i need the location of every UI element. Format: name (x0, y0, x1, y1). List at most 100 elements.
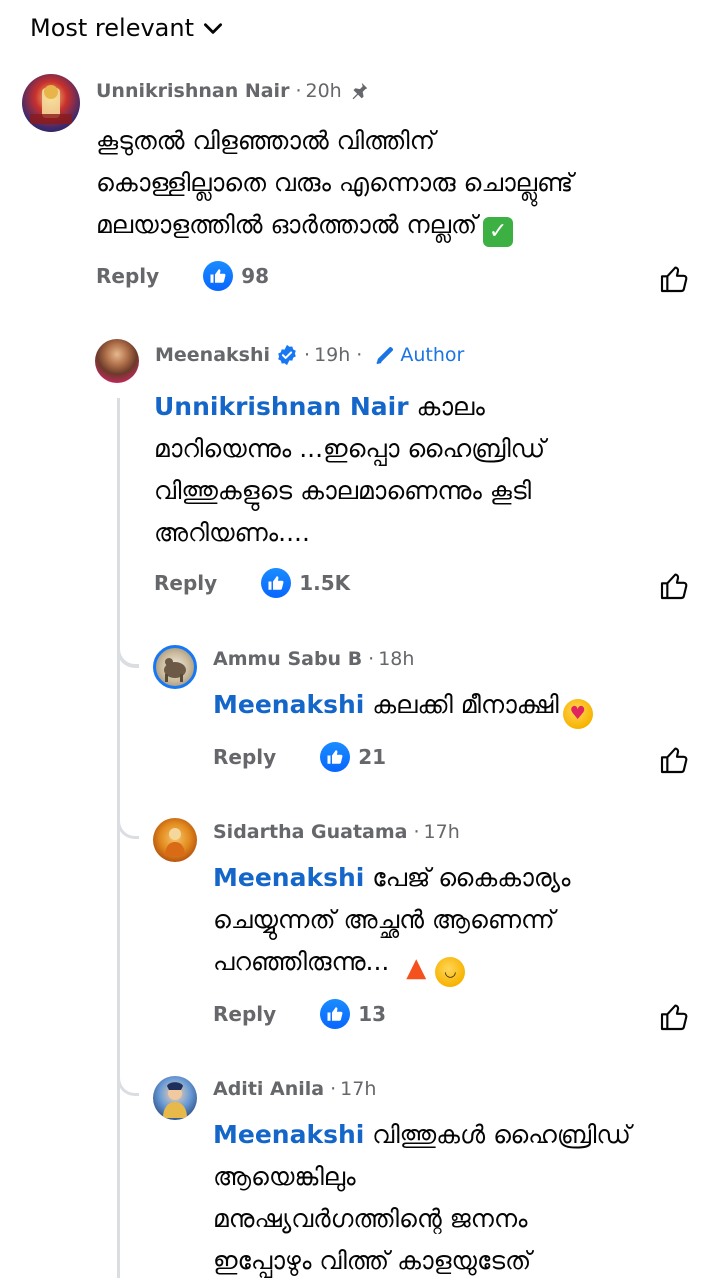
mention-link[interactable]: Unnikrishnan Nair (154, 392, 409, 421)
reply-button[interactable]: Reply (213, 745, 276, 769)
comment-line: മാറിയെന്നും ...ഇപ്പൊ ഹൈബ്രിഡ് (154, 434, 546, 463)
separator-dot: · (368, 648, 375, 670)
like-reaction-icon (203, 261, 234, 291)
comment-body: Unnikrishnan Nair കാലം മാറിയെന്നും ...ഇപ… (154, 386, 545, 554)
comment-line-text: കലക്കി മീനാക്ഷി (372, 690, 559, 719)
separator-dot: · (330, 1078, 337, 1100)
avatar-image (165, 828, 185, 856)
mention-link[interactable]: Meenakshi (213, 863, 364, 892)
comment-line-text: കാലം (416, 392, 485, 421)
smiling-face-with-hearts-emoji: ♥ (562, 699, 593, 729)
comment-line: ഇപ്പോഴും വിത്ത് കാളയുടേത് (213, 1246, 532, 1275)
laughing-tears-emoji: ◡ (435, 957, 466, 987)
avatar[interactable] (153, 645, 197, 689)
comment-actions: Reply 13 (213, 999, 386, 1029)
comments-page: Most relevant Unnikrishnan Nair · 20h കൂ… (0, 0, 718, 1280)
thread-line (117, 398, 120, 1278)
separator-dot: · (295, 80, 302, 102)
timestamp[interactable]: 20h (306, 80, 342, 102)
avatar-image (163, 1082, 187, 1118)
avatar[interactable] (153, 818, 197, 862)
like-icon[interactable] (658, 1001, 690, 1033)
comment-meta: Ammu Sabu B · 18h (213, 648, 414, 670)
reply-button[interactable]: Reply (154, 571, 217, 595)
timestamp[interactable]: 18h (378, 648, 414, 670)
comment-line: Meenakshi പേജ് കൈകാര്യം (213, 857, 571, 899)
author-name[interactable]: Aditi Anila (213, 1078, 324, 1100)
timestamp[interactable]: 17h (340, 1078, 376, 1100)
avatar[interactable] (95, 339, 139, 383)
comment-meta: Meenakshi · 19h · Author (155, 344, 464, 366)
like-reaction-icon (320, 742, 351, 772)
comment-body: Meenakshi വിത്തുകൾ ഹൈബ്രിഡ് ആയെങ്കിലും മ… (213, 1114, 631, 1280)
author-name[interactable]: Unnikrishnan Nair (96, 80, 289, 102)
author-name[interactable]: Sidartha Guatama (213, 821, 408, 843)
comment-line-text: വിത്തുകൾ ഹൈബ്രിഡ് (372, 1120, 631, 1149)
comment-line: ചെയ്യുന്നത് അച്ഛൻ ആണെന്ന് (213, 905, 555, 934)
thread-elbow (117, 797, 139, 839)
like-icon[interactable] (658, 570, 690, 602)
avatar[interactable] (22, 74, 80, 132)
reaction-count-value: 98 (241, 264, 270, 288)
avatar-image (164, 658, 186, 682)
fire-emoji: ▲ (406, 953, 427, 983)
timestamp[interactable]: 17h (424, 821, 460, 843)
comment-actions: Reply 1.5K (154, 568, 350, 598)
pin-icon (352, 82, 367, 100)
like-icon[interactable] (658, 744, 690, 776)
comment-line: കൊള്ളില്ലാതെ വരും എന്നൊരു ചൊല്ലുണ്ട് (96, 168, 574, 197)
comment-meta: Aditi Anila · 17h (213, 1078, 376, 1100)
comment-meta: Sidartha Guatama · 17h (213, 821, 460, 843)
reaction-count[interactable]: 1.5K (261, 568, 350, 598)
comment-line: Unnikrishnan Nair കാലം (154, 386, 545, 428)
check-mark-emoji: ✓ (483, 217, 514, 247)
comment-line-text: പറഞ്ഞിരുന്നു... (213, 947, 390, 976)
thread-elbow (117, 1054, 139, 1096)
sort-label: Most relevant (30, 14, 195, 42)
comment-line: മലയാളത്തിൽ ഓർത്താൽ നല്ലത് ✓ (96, 204, 573, 247)
mention-link[interactable]: Meenakshi (213, 690, 364, 719)
comment-line: ആയെങ്കിലും (213, 1162, 356, 1191)
sort-dropdown[interactable]: Most relevant (30, 14, 226, 42)
comment-actions: Reply 21 (213, 742, 386, 772)
separator-dot: · (413, 821, 420, 843)
avatar-image (30, 85, 72, 124)
reaction-count[interactable]: 13 (320, 999, 386, 1029)
reaction-count[interactable]: 98 (203, 261, 269, 291)
comment-line: മനുഷ്യവർഗത്തിന്റെ ജനനം (213, 1204, 528, 1233)
comment-body: Meenakshi കലക്കി മീനാക്ഷി ♥ (213, 684, 593, 729)
comment-line-text: മലയാളത്തിൽ ഓർത്താൽ നല്ലത് (96, 210, 478, 239)
reply-button[interactable]: Reply (96, 264, 159, 288)
verified-badge-icon (278, 344, 296, 366)
comment-line: അറിയണം.... (154, 518, 310, 547)
like-reaction-icon (261, 568, 292, 598)
comment-line-text: പേജ് കൈകാര്യം (372, 863, 571, 892)
reaction-count-value: 21 (358, 745, 387, 769)
comment-meta: Unnikrishnan Nair · 20h (96, 80, 370, 102)
author-badge: Author (374, 344, 464, 366)
chevron-down-icon (204, 23, 223, 34)
reaction-count[interactable]: 21 (320, 742, 386, 772)
comment-line: വിത്തുകളുടെ കാലമാണെന്നും കൂടി (154, 476, 532, 505)
author-badge-label: Author (400, 344, 465, 366)
comment-actions: Reply 98 (96, 261, 269, 291)
author-name[interactable]: Meenakshi (155, 344, 270, 366)
reply-button[interactable]: Reply (213, 1002, 276, 1026)
like-icon[interactable] (658, 263, 690, 295)
comment-line: Meenakshi വിത്തുകൾ ഹൈബ്രിഡ് (213, 1114, 631, 1156)
separator-dot: · (356, 344, 363, 366)
comment-body: കൂടുതൽ വിളഞ്ഞാൽ വിത്തിന് കൊള്ളില്ലാതെ വര… (96, 120, 573, 247)
comment-line: കൂടുതൽ വിളഞ്ഞാൽ വിത്തിന് (96, 126, 436, 155)
comment-body: Meenakshi പേജ് കൈകാര്യം ചെയ്യുന്നത് അച്ഛ… (213, 857, 571, 987)
timestamp[interactable]: 19h (314, 344, 350, 366)
mention-link[interactable]: Meenakshi (213, 1120, 364, 1149)
avatar[interactable] (153, 1076, 197, 1120)
comment-line: Meenakshi കലക്കി മീനാക്ഷി ♥ (213, 684, 593, 729)
separator-dot: · (304, 344, 311, 366)
pencil-icon (376, 347, 394, 365)
like-reaction-icon (320, 999, 351, 1029)
comment-line: പറഞ്ഞിരുന്നു... ▲ ◡ (213, 941, 571, 987)
reaction-count-value: 13 (358, 1002, 387, 1026)
reaction-count-value: 1.5K (299, 571, 351, 595)
author-name[interactable]: Ammu Sabu B (213, 648, 362, 670)
